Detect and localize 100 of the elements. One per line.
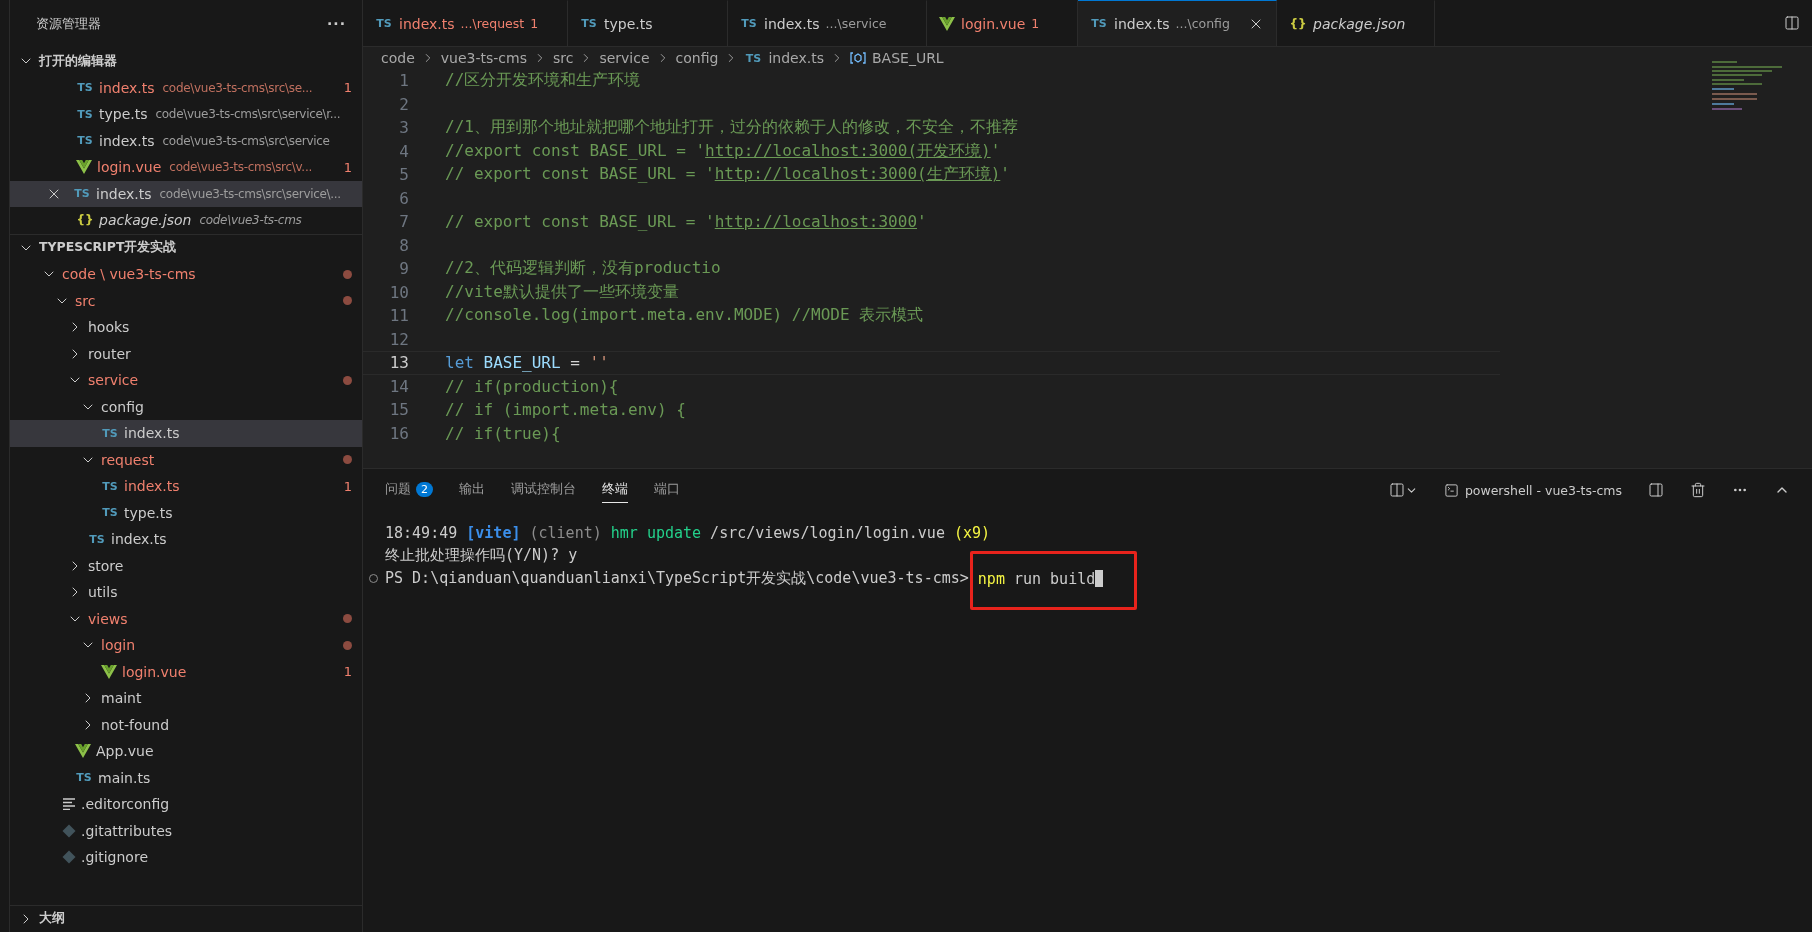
open-editor-item[interactable]: {} package.json code\vue3-ts-cms	[10, 207, 362, 234]
split-terminal-icon[interactable]	[1648, 482, 1664, 498]
vue-icon	[101, 664, 117, 679]
section-header[interactable]: TYPESCRIPT开发实战	[10, 233, 362, 261]
code-line: //1、用到那个地址就把哪个地址打开，过分的依赖于人的修改，不安全，不推荐	[445, 117, 1018, 139]
folder-item[interactable]: router	[10, 340, 362, 367]
panel-tab[interactable]: 输出	[459, 477, 485, 503]
breadcrumb-item[interactable]: code	[381, 50, 415, 66]
line-number: 3	[398, 118, 409, 138]
more-button[interactable]: ···	[327, 16, 346, 32]
file-type-icon: {}	[76, 213, 94, 228]
breadcrumb-item[interactable]: vue3-ts-cms	[440, 50, 527, 66]
file-type-icon: TS	[740, 17, 758, 30]
terminal-command: npm run build	[977, 569, 1096, 588]
line-number: 7	[398, 212, 409, 232]
breadcrumb-item[interactable]: service	[599, 50, 650, 66]
line-number: 11	[388, 306, 409, 326]
folder-item[interactable]: hooks	[10, 314, 362, 341]
file-item[interactable]: TS type.ts	[10, 499, 362, 526]
code-line: //vite默认提供了一些环境变量	[445, 281, 679, 303]
folder-item[interactable]: config	[10, 393, 362, 420]
panel-tab[interactable]: 端口	[654, 477, 680, 503]
breadcrumb-item[interactable]: src	[552, 50, 574, 66]
problem-count: 1	[343, 80, 352, 96]
terminal-icon[interactable]	[1443, 482, 1459, 498]
file-item[interactable]: TS index.ts	[10, 420, 362, 447]
file-type-icon: TS	[76, 81, 94, 95]
folder-item[interactable]: store	[10, 552, 362, 579]
line-number: 1	[398, 71, 409, 91]
panel-tab[interactable]: 调试控制台	[511, 477, 576, 503]
code-line: //区分开发环境和生产环境	[445, 70, 641, 92]
vue-icon	[76, 160, 92, 175]
file-type-icon: TS	[76, 107, 94, 121]
count-badge: 2	[416, 482, 433, 497]
section-header[interactable]: 打开的编辑器	[10, 48, 362, 75]
folder-item[interactable]: code \ vue3-ts-cms	[10, 261, 362, 288]
panel-tab[interactable]: 问题 2	[385, 477, 433, 503]
file-item[interactable]: .editorconfig	[10, 791, 362, 818]
folder-item[interactable]: request	[10, 446, 362, 473]
line-number: 12	[388, 329, 409, 349]
folder-item[interactable]: src	[10, 287, 362, 314]
panel-tab[interactable]: 终端	[602, 477, 628, 503]
file-item[interactable]: login.vue 1	[10, 658, 362, 685]
folder-item[interactable]: views	[10, 605, 362, 632]
vue-icon	[939, 16, 955, 31]
code-line: //export const BASE_URL = 'http://localhost:3000(开发环境)'	[445, 140, 1001, 162]
file-type-icon: TS	[101, 426, 119, 440]
open-editor-item[interactable]: login.vue code\vue3-ts-cms\src\v... 1	[10, 154, 362, 181]
problem-count: 1	[343, 159, 352, 175]
file-type-icon: TS	[375, 17, 393, 30]
terminal-line: 18:49:49 [vite] (client) hmr update /src/views/login/login.vue (x9)	[385, 523, 991, 542]
breadcrumb-item[interactable]: BASE_URL	[871, 50, 944, 66]
file-type-icon: TS	[73, 187, 91, 201]
trash-icon[interactable]	[1690, 482, 1706, 498]
file-item[interactable]: TS index.ts 1	[10, 473, 362, 500]
folder-item[interactable]: not-found	[10, 711, 362, 738]
section-header[interactable]: 大纲	[10, 904, 362, 932]
file-type-icon: TS	[101, 479, 119, 493]
open-editor-item[interactable]: TS index.ts code\vue3-ts-cms\src\se... 1	[10, 74, 362, 101]
code-line: // if(production){	[445, 376, 619, 396]
code-line: // export const BASE_URL = 'http://localhost:3000(生产环境)'	[445, 164, 1010, 186]
file-type-icon: {}	[1289, 16, 1307, 31]
open-editor-item[interactable]: TS index.ts code\vue3-ts-cms\src\service	[10, 127, 362, 154]
problem-count: 1	[343, 478, 352, 494]
code-line: // if (import.meta.env) {	[445, 400, 686, 420]
folder-item[interactable]: login	[10, 632, 362, 659]
line-number: 10	[388, 282, 409, 302]
folder-item[interactable]: service	[10, 367, 362, 394]
breadcrumb-item[interactable]: config	[675, 50, 719, 66]
file-type-icon: TS	[1090, 17, 1108, 30]
problem-count: 1	[343, 664, 352, 680]
open-editor-item[interactable]: TS type.ts code\vue3-ts-cms\src\service\r...	[10, 101, 362, 128]
folder-item[interactable]: utils	[10, 579, 362, 606]
vue-icon	[75, 744, 91, 759]
open-editor-item[interactable]: TS index.ts code\vue3-ts-cms\src\service\...	[10, 180, 362, 207]
line-number: 5	[398, 165, 409, 185]
diamond-icon	[62, 823, 76, 838]
file-item[interactable]: .gitignore	[10, 844, 362, 871]
file-type-icon: TS	[75, 771, 93, 785]
line-number: 2	[398, 94, 409, 114]
line-number: 8	[398, 235, 409, 255]
lines-icon	[62, 798, 76, 811]
folder-item[interactable]: maint	[10, 685, 362, 712]
line-number: 14	[388, 376, 409, 396]
editor-tab[interactable]: TS index.ts ...\config	[1078, 0, 1277, 46]
line-number: 4	[398, 141, 409, 161]
file-item[interactable]: .gitattributes	[10, 817, 362, 844]
terminal-name[interactable]: powershell - vue3-ts-cms	[1464, 482, 1622, 498]
code-line: //console.log(import.meta.env.MODE) //MODE 表示模式	[445, 305, 924, 327]
file-item[interactable]: TS index.ts	[10, 526, 362, 553]
file-type-icon: TS	[580, 17, 598, 30]
terminal-line: PS D:\qianduan\quanduanlianxi\TypeScript开发实战\code\vue3-ts-cms>	[385, 569, 970, 588]
breadcrumb-item[interactable]: index.ts	[768, 50, 824, 66]
file-type-icon: TS	[88, 532, 106, 546]
layout-icon[interactable]	[1388, 482, 1418, 498]
code-line: let BASE_URL = ''	[445, 353, 609, 373]
line-number: 16	[388, 423, 409, 443]
file-item[interactable]: TS main.ts	[10, 764, 362, 791]
file-item[interactable]: App.vue	[10, 738, 362, 765]
code-line: //2、代码逻辑判断，没有productio	[445, 258, 721, 280]
